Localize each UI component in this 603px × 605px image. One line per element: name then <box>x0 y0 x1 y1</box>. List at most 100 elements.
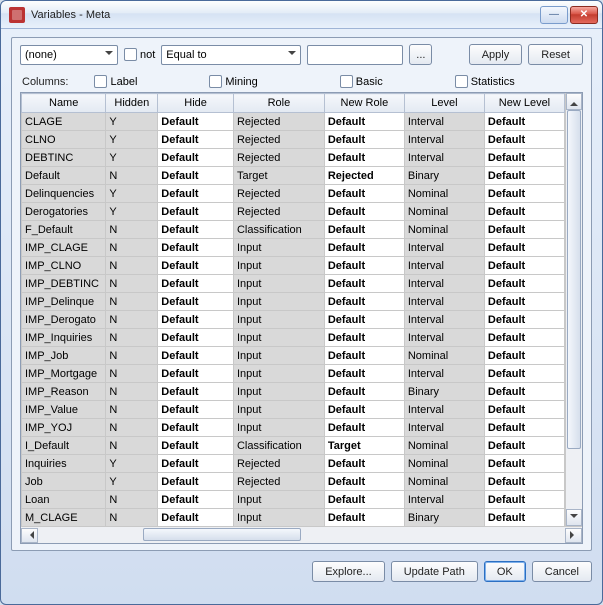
scroll-up-button[interactable] <box>566 93 582 110</box>
ok-button[interactable]: OK <box>484 561 526 582</box>
cell-new-role[interactable]: Target <box>324 437 404 455</box>
cell-new-role[interactable]: Default <box>324 311 404 329</box>
table-row[interactable]: IMP_CLNONDefaultInputDefaultIntervalDefa… <box>22 257 565 275</box>
table-row[interactable]: IMP_DelinqueNDefaultInputDefaultInterval… <box>22 293 565 311</box>
cell-new-role[interactable]: Default <box>324 275 404 293</box>
table-row[interactable]: JobYDefaultRejectedDefaultNominalDefault <box>22 473 565 491</box>
filter-field-select[interactable]: (none) <box>20 45 118 65</box>
table-row[interactable]: DerogatoriesYDefaultRejectedDefaultNomin… <box>22 203 565 221</box>
table-row[interactable]: IMP_YOJNDefaultInputDefaultIntervalDefau… <box>22 419 565 437</box>
cell-new-role[interactable]: Default <box>324 419 404 437</box>
cell-new-role[interactable]: Default <box>324 131 404 149</box>
cell-hide[interactable]: Default <box>158 491 234 509</box>
cell-hide[interactable]: Default <box>158 383 234 401</box>
filter-op-select[interactable]: Equal to <box>161 45 301 65</box>
cell-new-level[interactable]: Default <box>484 383 564 401</box>
table-row[interactable]: IMP_CLAGENDefaultInputDefaultIntervalDef… <box>22 239 565 257</box>
col-new-level[interactable]: New Level <box>484 94 564 113</box>
scroll-down-button[interactable] <box>566 509 582 526</box>
table-row[interactable]: DelinquenciesYDefaultRejectedDefaultNomi… <box>22 185 565 203</box>
cell-new-role[interactable]: Default <box>324 185 404 203</box>
cell-hide[interactable]: Default <box>158 311 234 329</box>
cell-new-role[interactable]: Default <box>324 491 404 509</box>
col-level[interactable]: Level <box>404 94 484 113</box>
table-row[interactable]: IMP_InquiriesNDefaultInputDefaultInterva… <box>22 329 565 347</box>
cell-new-level[interactable]: Default <box>484 347 564 365</box>
cell-hide[interactable]: Default <box>158 437 234 455</box>
cell-new-role[interactable]: Default <box>324 203 404 221</box>
filter-more-button[interactable]: ... <box>409 44 432 65</box>
cell-new-level[interactable]: Default <box>484 329 564 347</box>
cell-hide[interactable]: Default <box>158 131 234 149</box>
table-row[interactable]: DEBTINCYDefaultRejectedDefaultIntervalDe… <box>22 149 565 167</box>
vertical-scrollbar[interactable] <box>565 93 582 526</box>
cell-new-level[interactable]: Default <box>484 401 564 419</box>
col-role[interactable]: Role <box>233 94 324 113</box>
cell-new-level[interactable]: Default <box>484 293 564 311</box>
cell-new-role[interactable]: Default <box>324 473 404 491</box>
cell-new-role[interactable]: Rejected <box>324 167 404 185</box>
cell-new-level[interactable]: Default <box>484 455 564 473</box>
table-row[interactable]: CLNOYDefaultRejectedDefaultIntervalDefau… <box>22 131 565 149</box>
hscroll-track[interactable] <box>38 528 565 543</box>
vscroll-track[interactable] <box>566 110 582 509</box>
cell-new-level[interactable]: Default <box>484 203 564 221</box>
cell-new-role[interactable]: Default <box>324 347 404 365</box>
table-row[interactable]: IMP_DEBTINCNDefaultInputDefaultIntervalD… <box>22 275 565 293</box>
cell-new-level[interactable]: Default <box>484 491 564 509</box>
table-row[interactable]: I_DefaultNDefaultClassificationTargetNom… <box>22 437 565 455</box>
cell-hide[interactable]: Default <box>158 203 234 221</box>
table-row[interactable]: IMP_ValueNDefaultInputDefaultIntervalDef… <box>22 401 565 419</box>
cell-new-level[interactable]: Default <box>484 131 564 149</box>
cell-new-role[interactable]: Default <box>324 509 404 527</box>
cell-new-role[interactable]: Default <box>324 329 404 347</box>
cell-new-level[interactable]: Default <box>484 509 564 527</box>
scroll-right-button[interactable] <box>565 528 582 543</box>
horizontal-scrollbar[interactable] <box>21 526 582 543</box>
cell-hide[interactable]: Default <box>158 473 234 491</box>
cell-hide[interactable]: Default <box>158 329 234 347</box>
col-name[interactable]: Name <box>22 94 106 113</box>
table-row[interactable]: DefaultNDefaultTargetRejectedBinaryDefau… <box>22 167 565 185</box>
vscroll-thumb[interactable] <box>567 110 581 449</box>
cell-hide[interactable]: Default <box>158 365 234 383</box>
close-button[interactable]: ✕ <box>570 6 598 24</box>
titlebar[interactable]: Variables - Meta — ✕ <box>1 1 602 29</box>
minimize-button[interactable]: — <box>540 6 568 24</box>
cell-hide[interactable]: Default <box>158 455 234 473</box>
table-row[interactable]: IMP_ReasonNDefaultInputDefaultBinaryDefa… <box>22 383 565 401</box>
cell-new-level[interactable]: Default <box>484 167 564 185</box>
not-checkbox[interactable]: not <box>124 48 155 61</box>
col-hide[interactable]: Hide <box>158 94 234 113</box>
col-hidden[interactable]: Hidden <box>106 94 158 113</box>
cell-hide[interactable]: Default <box>158 221 234 239</box>
cell-new-level[interactable]: Default <box>484 185 564 203</box>
cell-new-level[interactable]: Default <box>484 437 564 455</box>
table-row[interactable]: CLAGEYDefaultRejectedDefaultIntervalDefa… <box>22 113 565 131</box>
filter-value-input[interactable] <box>307 45 403 65</box>
cancel-button[interactable]: Cancel <box>532 561 592 582</box>
cell-new-role[interactable]: Default <box>324 383 404 401</box>
explore-button[interactable]: Explore... <box>312 561 384 582</box>
cell-hide[interactable]: Default <box>158 257 234 275</box>
hscroll-thumb[interactable] <box>143 528 301 541</box>
update-path-button[interactable]: Update Path <box>391 561 478 582</box>
cell-new-level[interactable]: Default <box>484 113 564 131</box>
table-row[interactable]: F_DefaultNDefaultClassificationDefaultNo… <box>22 221 565 239</box>
cell-new-level[interactable]: Default <box>484 419 564 437</box>
cell-new-level[interactable]: Default <box>484 239 564 257</box>
cell-hide[interactable]: Default <box>158 293 234 311</box>
cell-new-level[interactable]: Default <box>484 275 564 293</box>
col-new-role[interactable]: New Role <box>324 94 404 113</box>
cell-new-role[interactable]: Default <box>324 257 404 275</box>
table-row[interactable]: IMP_DerogatoNDefaultInputDefaultInterval… <box>22 311 565 329</box>
cell-new-role[interactable]: Default <box>324 455 404 473</box>
table-row[interactable]: IMP_JobNDefaultInputDefaultNominalDefaul… <box>22 347 565 365</box>
cell-new-level[interactable]: Default <box>484 365 564 383</box>
cell-new-role[interactable]: Default <box>324 149 404 167</box>
table-row[interactable]: M_CLAGENDefaultInputDefaultBinaryDefault <box>22 509 565 527</box>
cell-new-role[interactable]: Default <box>324 113 404 131</box>
label-checkbox[interactable]: Label <box>94 75 137 88</box>
cell-new-role[interactable]: Default <box>324 401 404 419</box>
statistics-checkbox[interactable]: Statistics <box>455 75 515 88</box>
